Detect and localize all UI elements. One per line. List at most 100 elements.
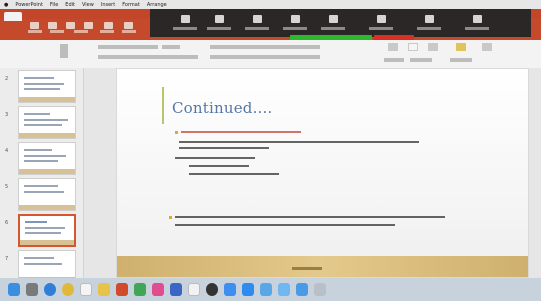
thumbnail-number: 5 (5, 184, 9, 190)
mac-dock (0, 278, 541, 301)
thumbnail-number: 2 (5, 76, 9, 82)
thumbnail-line (25, 221, 47, 223)
toolbar-label (450, 58, 472, 62)
slide-title[interactable]: Continued.... (172, 99, 272, 117)
word-icon[interactable] (170, 283, 182, 296)
thumbnail-number: 6 (5, 220, 9, 226)
photos-icon[interactable] (98, 283, 110, 296)
zoom-annotate-icon (376, 15, 386, 23)
toolbar-label (410, 58, 432, 62)
zoom-share-icon (290, 15, 300, 23)
menu-item-view[interactable]: View (82, 2, 94, 8)
tab-home[interactable] (4, 12, 22, 21)
ribbon-label (122, 30, 136, 33)
menu-item-insert[interactable]: Insert (101, 2, 115, 8)
zoom-icon[interactable] (224, 283, 236, 296)
bullet-icon (175, 130, 178, 134)
ribbon-button[interactable] (48, 22, 57, 29)
menu-item-app[interactable]: PowerPoint (15, 2, 43, 8)
ribbon-left-panel (0, 40, 84, 68)
thumbnail-line (24, 88, 60, 90)
font-name-field[interactable] (98, 45, 158, 49)
ribbon-label (50, 30, 64, 33)
thumbnail-number: 7 (5, 256, 9, 262)
slide-text-line (179, 145, 269, 150)
slide-footer-band (117, 256, 528, 277)
thumbnail-line (24, 113, 50, 115)
zoom-participants-icon (252, 15, 262, 23)
thumbnail-line (24, 124, 62, 126)
slide-bullet-line (175, 129, 301, 134)
thumbnail-line (25, 232, 61, 234)
ribbon-button[interactable] (84, 22, 93, 29)
zoom-control[interactable] (278, 12, 312, 34)
zoom-video-icon (214, 15, 224, 23)
finder-icon[interactable] (8, 283, 20, 296)
slide-thumbnail-pane[interactable]: 2 3 4 5 6 7 (0, 68, 84, 283)
zoom-control[interactable] (364, 12, 398, 34)
slide-thumbnail[interactable] (18, 106, 76, 139)
folder-icon[interactable] (278, 283, 290, 296)
slide-thumbnail-selected[interactable] (18, 214, 76, 247)
font-style-buttons[interactable] (98, 55, 198, 59)
slide-bullet-line (169, 214, 445, 219)
thumbnail-footer (19, 169, 75, 174)
messages-icon[interactable] (134, 283, 146, 296)
zoom-control-label (369, 27, 393, 30)
trash-icon[interactable] (314, 283, 326, 296)
preview-icon[interactable] (188, 283, 200, 296)
ribbon-label (100, 30, 114, 33)
settings-icon[interactable] (206, 283, 218, 296)
apple-menu-icon[interactable]: ● (4, 2, 8, 8)
menu-item-edit[interactable]: Edit (65, 2, 75, 8)
slide-thumbnail[interactable] (18, 178, 76, 211)
slide-text-line (189, 171, 279, 176)
paragraph-controls[interactable] (210, 55, 320, 59)
menu-item-format[interactable]: Format (122, 2, 140, 8)
zoom-control-label (283, 27, 307, 30)
zoom-control[interactable] (460, 12, 494, 34)
current-slide[interactable]: Continued.... (116, 68, 529, 278)
zoom-control[interactable] (316, 12, 350, 34)
zoom-control[interactable] (412, 12, 446, 34)
paragraph-controls[interactable] (210, 45, 320, 49)
zoom-control[interactable] (240, 12, 274, 34)
arrange-button[interactable] (428, 43, 438, 51)
ribbon-button[interactable] (124, 22, 133, 29)
paste-icon[interactable] (60, 44, 68, 58)
bullet-icon (169, 215, 172, 219)
zoom-meeting-controls (150, 9, 531, 37)
safari-icon[interactable] (44, 283, 56, 296)
thumbnail-line (25, 227, 65, 229)
font-size-field[interactable] (162, 45, 180, 49)
ribbon-label (74, 30, 88, 33)
zoom-remote-icon (424, 15, 434, 23)
ribbon-button[interactable] (66, 22, 75, 29)
zoom-control[interactable] (202, 12, 236, 34)
shapes-button[interactable] (408, 43, 418, 51)
zoom-control-label (245, 27, 269, 30)
designer-button[interactable] (482, 43, 492, 51)
folder-icon[interactable] (296, 283, 308, 296)
menu-item-arrange[interactable]: Arrange (147, 2, 167, 8)
slide-thumbnail[interactable] (18, 142, 76, 175)
menu-item-file[interactable]: File (50, 2, 58, 8)
music-icon[interactable] (152, 283, 164, 296)
folder-icon[interactable] (260, 283, 272, 296)
app-store-icon[interactable] (242, 283, 254, 296)
title-accent-bar (162, 87, 164, 124)
chrome-icon[interactable] (62, 283, 74, 296)
slide-thumbnail[interactable] (18, 70, 76, 103)
powerpoint-icon[interactable] (116, 283, 128, 296)
zoom-mute-icon (180, 15, 190, 23)
launchpad-icon[interactable] (26, 283, 38, 296)
quick-styles-button[interactable] (456, 43, 466, 51)
insert-button[interactable] (388, 43, 398, 51)
thumbnail-line (24, 160, 58, 162)
thumbnail-number: 4 (5, 148, 9, 154)
ribbon-button[interactable] (30, 22, 39, 29)
calendar-icon[interactable] (80, 283, 92, 296)
ribbon-button[interactable] (104, 22, 113, 29)
zoom-pause-icon (328, 15, 338, 23)
zoom-control[interactable] (168, 12, 202, 34)
